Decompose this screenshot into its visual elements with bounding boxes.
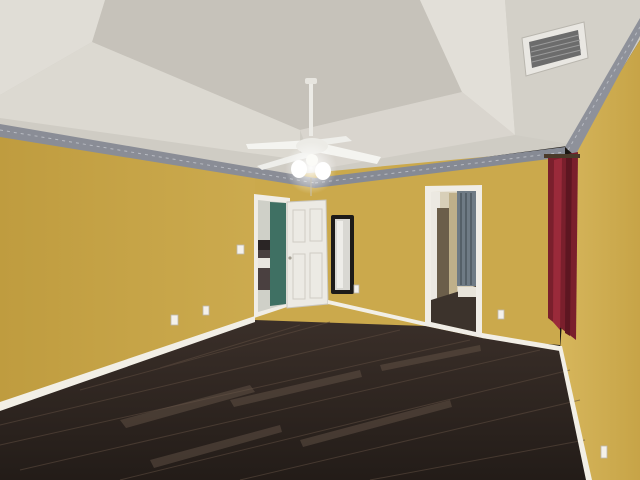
light-switch[interactable] (236, 244, 245, 255)
left-doorway[interactable] (254, 194, 290, 318)
red-curtain (544, 152, 580, 340)
outlet[interactable] (170, 314, 179, 326)
fan-light-bulb (315, 162, 331, 180)
outlet[interactable] (353, 284, 360, 294)
fan-light-bulb (291, 160, 307, 178)
fan-light-bulb (306, 154, 318, 166)
door-knob[interactable] (288, 256, 292, 260)
outlet[interactable] (497, 309, 505, 320)
bedroom-scene (0, 0, 640, 480)
open-panel-door[interactable] (286, 199, 329, 309)
fan-downrod (309, 80, 313, 136)
wall-mirror (331, 215, 354, 294)
outlet[interactable] (202, 305, 210, 316)
bedroom-photo (0, 0, 640, 480)
open-doorway[interactable] (425, 185, 482, 338)
outlet[interactable] (600, 445, 608, 459)
